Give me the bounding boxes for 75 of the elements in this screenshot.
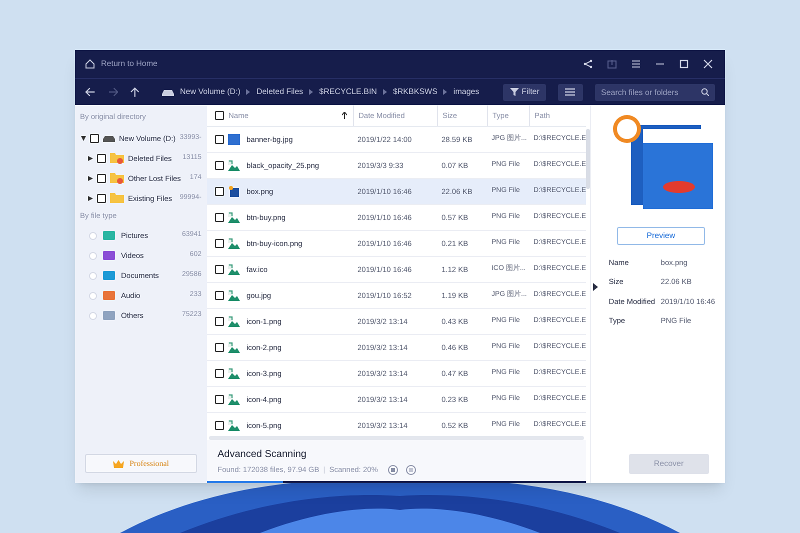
checkbox[interactable] (215, 265, 224, 274)
up-arrow-icon[interactable] (130, 86, 140, 98)
radio-button[interactable] (89, 292, 97, 300)
stop-icon[interactable] (388, 465, 398, 475)
export-icon[interactable] (607, 59, 617, 69)
image-file-icon (228, 238, 240, 249)
caret-right-icon[interactable] (88, 156, 93, 161)
checkbox[interactable] (97, 174, 106, 183)
checkbox[interactable] (215, 135, 224, 144)
image-file-icon (228, 368, 240, 379)
menu-icon[interactable] (631, 59, 641, 69)
image-file-icon (228, 264, 240, 275)
photo-thumbnail (228, 134, 240, 145)
checkbox[interactable] (215, 317, 224, 326)
chevron-right-icon (443, 89, 448, 95)
radio-button[interactable] (89, 312, 97, 320)
search-field[interactable]: Search files or folders (594, 84, 716, 100)
breadcrumb-item[interactable]: images (453, 86, 480, 98)
checkbox[interactable] (215, 187, 224, 196)
checkbox[interactable] (215, 395, 224, 404)
checkbox[interactable] (215, 343, 224, 352)
image-file-icon (228, 212, 240, 223)
preview-button[interactable]: Preview (616, 227, 705, 245)
breadcrumb-item[interactable]: $RECYCLE.BIN (319, 86, 377, 98)
maximize-icon[interactable] (679, 59, 689, 69)
breadcrumb-item[interactable]: $RKBKSWS (392, 86, 438, 98)
checkbox[interactable] (97, 154, 106, 163)
breadcrumb-item[interactable]: New Volume (D:) (180, 86, 240, 98)
checkbox[interactable] (215, 161, 224, 170)
folder-icon (110, 192, 124, 204)
vertical-scrollbar[interactable] (586, 129, 590, 189)
folder-alert-icon (110, 172, 124, 184)
crown-icon (113, 460, 124, 468)
caret-down-icon[interactable] (81, 136, 86, 141)
chevron-right-icon (246, 89, 250, 95)
checkbox[interactable] (215, 421, 224, 430)
image-file-icon (228, 342, 240, 353)
home-icon (85, 59, 95, 69)
chevron-right-icon (382, 89, 387, 95)
image-file-icon (228, 420, 240, 431)
caret-right-icon[interactable] (88, 176, 93, 181)
drive-icon (103, 134, 115, 142)
radio-button[interactable] (89, 252, 97, 260)
funnel-icon (510, 88, 519, 96)
checkbox[interactable] (90, 134, 99, 143)
checkbox[interactable] (215, 291, 224, 300)
pause-icon[interactable] (406, 465, 416, 475)
close-icon[interactable] (703, 59, 713, 69)
checkbox[interactable] (215, 239, 224, 248)
checkbox[interactable] (215, 111, 224, 120)
share-icon[interactable] (583, 59, 593, 69)
checkbox[interactable] (215, 369, 224, 378)
radio-button[interactable] (89, 272, 97, 280)
search-icon (701, 88, 710, 96)
box-thumbnail (228, 186, 240, 197)
sort-up-arrow-icon (342, 112, 348, 119)
home-button[interactable]: Return to Home (85, 58, 158, 70)
checkbox[interactable] (215, 213, 224, 222)
chevron-right-icon (309, 89, 314, 95)
image-file-icon (228, 394, 240, 405)
image-file-icon (228, 160, 240, 171)
radio-button[interactable] (89, 232, 97, 240)
scan-title: Advanced Scanning (217, 448, 308, 462)
checkbox[interactable] (97, 194, 106, 203)
image-file-icon (228, 316, 240, 327)
list-icon (565, 88, 576, 96)
filter-button[interactable]: Filter (503, 84, 546, 100)
folder-alert-icon (110, 152, 124, 164)
breadcrumb-item[interactable]: Deleted Files (256, 86, 304, 98)
drive-icon (162, 88, 174, 96)
caret-right-icon[interactable] (88, 196, 93, 201)
list-view-button[interactable] (558, 84, 583, 100)
back-arrow-icon[interactable] (85, 87, 96, 97)
image-file-icon (228, 290, 240, 301)
collapse-arrow-icon[interactable] (592, 283, 598, 291)
